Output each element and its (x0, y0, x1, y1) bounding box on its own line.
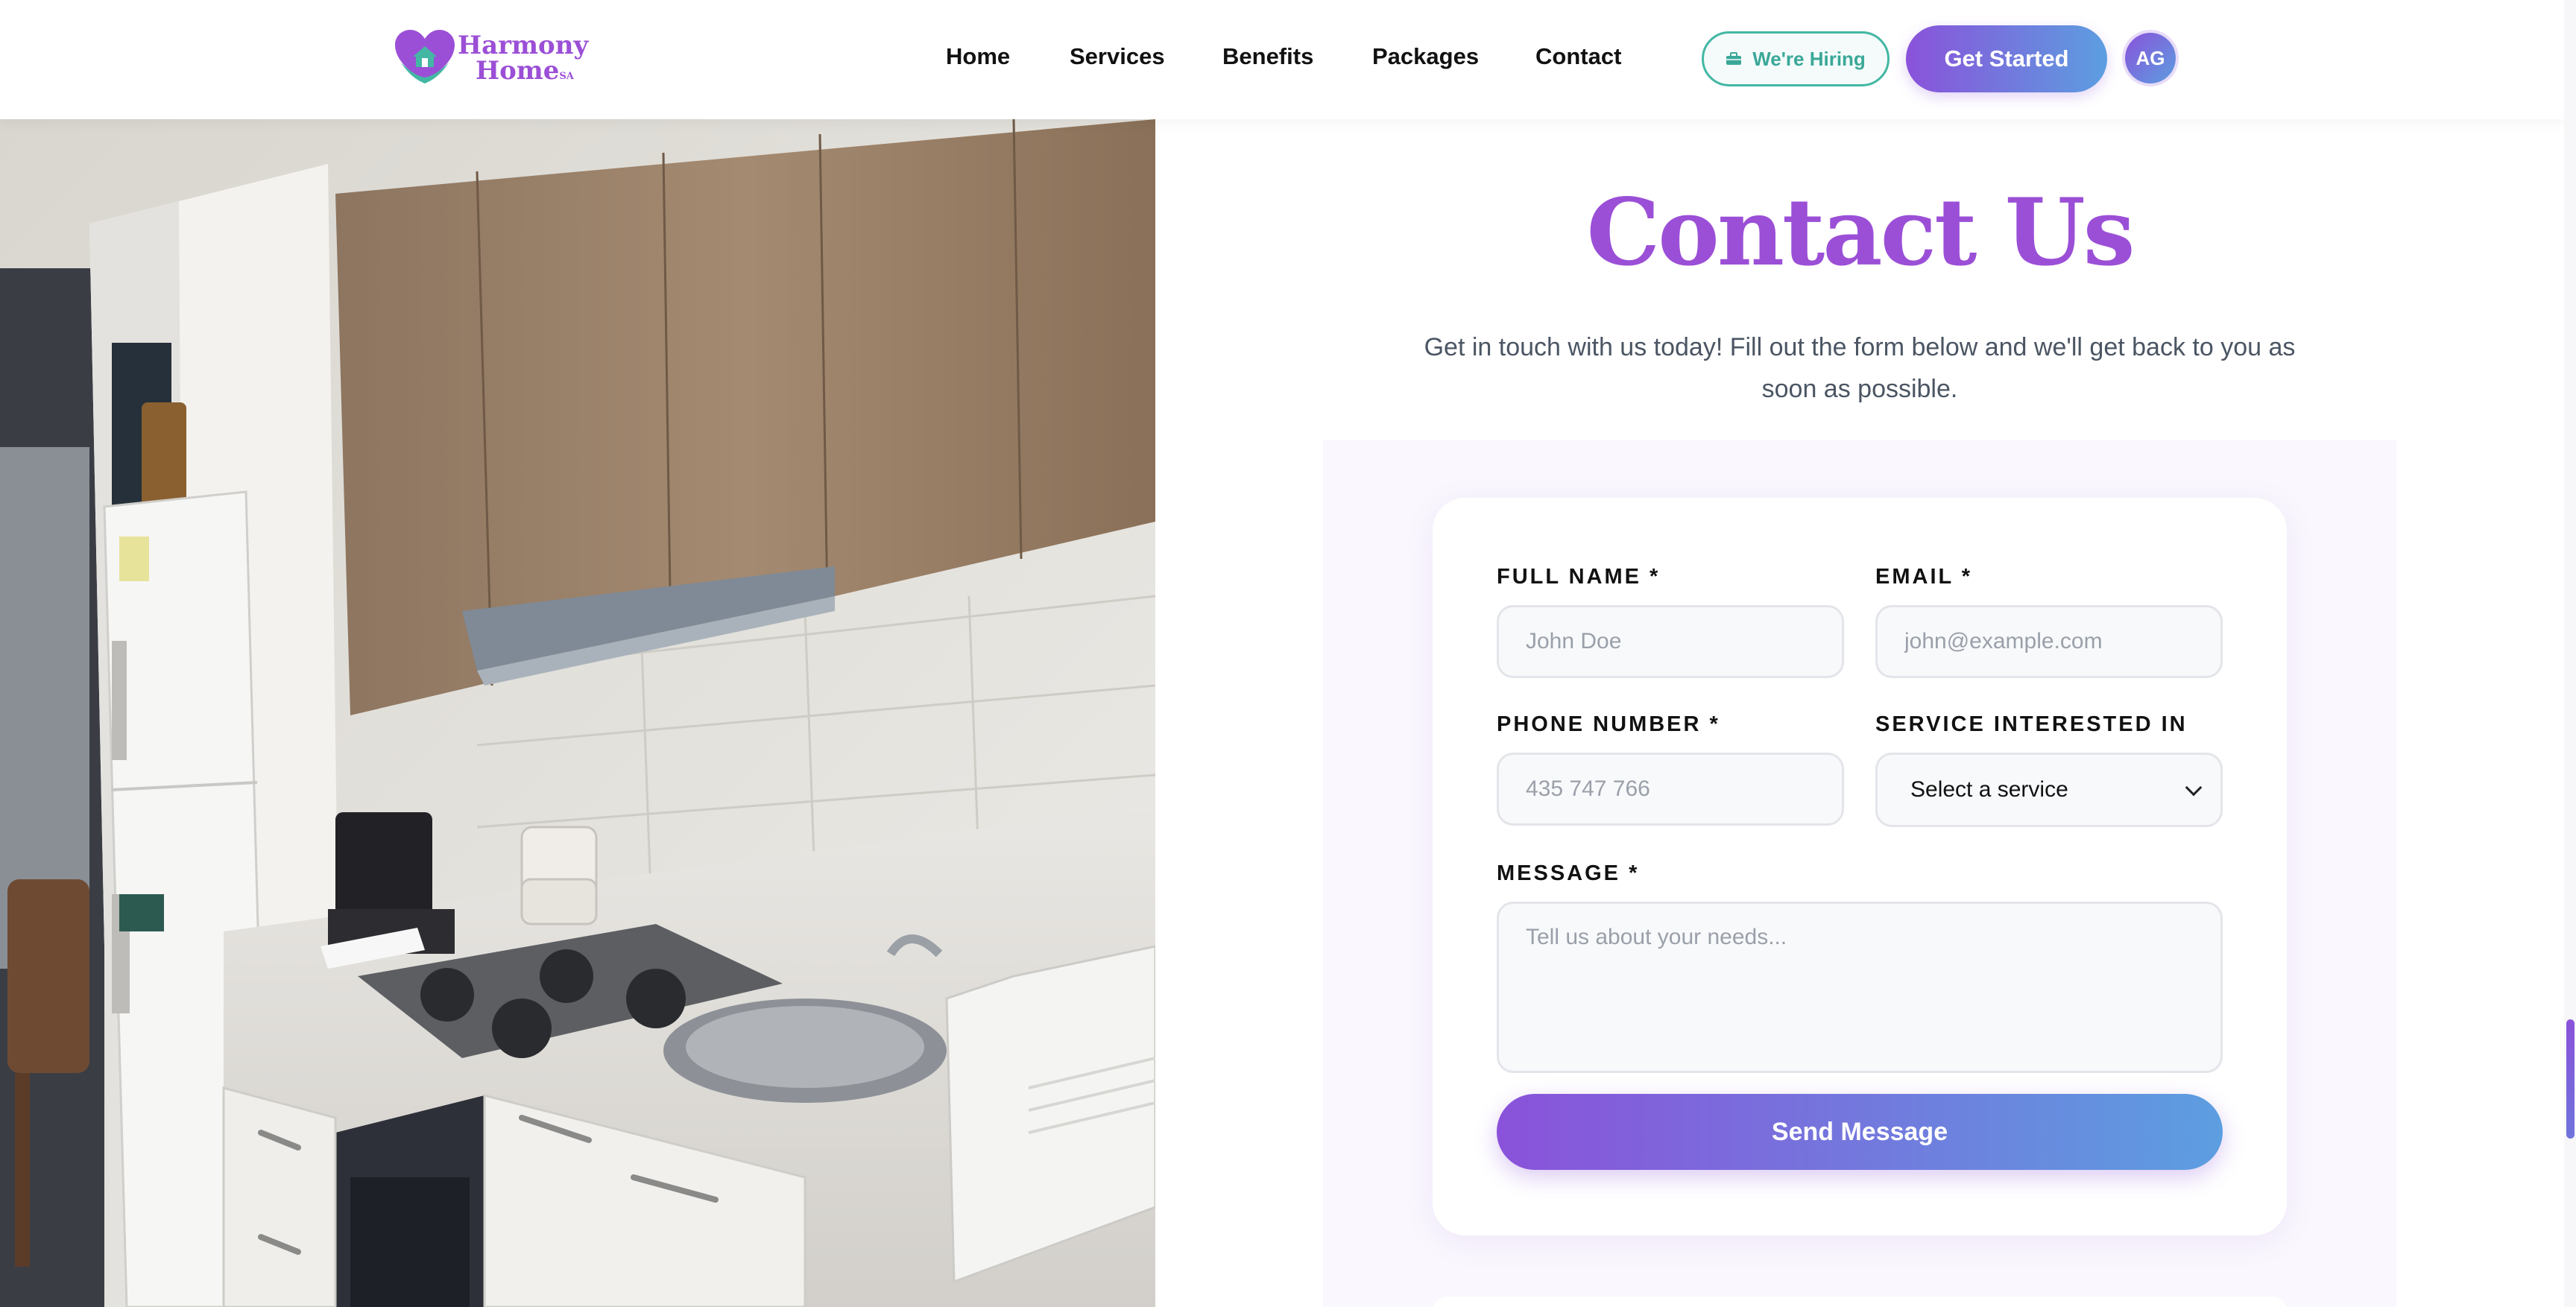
logo[interactable]: Harmony HomeSA (395, 30, 588, 86)
email-label: EMAIL * (1875, 565, 1973, 589)
scrollbar-thumb[interactable] (2566, 1019, 2575, 1139)
avatar[interactable]: AG (2125, 33, 2176, 83)
kitchen-photo (0, 119, 1155, 1307)
phone-label: PHONE NUMBER * (1497, 712, 1720, 736)
contact-heading: Contact Us (1586, 179, 2135, 287)
service-select[interactable]: Select a service (1875, 753, 2223, 827)
message-label: MESSAGE * (1497, 861, 1640, 885)
contact-subtitle: Get in touch with us today! Fill out the… (1424, 333, 2296, 403)
nav-home[interactable]: Home (946, 43, 1010, 70)
contact-form-card: FULL NAME * EMAIL * PHONE NUMBER * SERVI… (1433, 498, 2287, 1235)
logo-text: Harmony HomeSA (458, 33, 588, 89)
briefcase-icon (1726, 52, 1742, 65)
nav-contact[interactable]: Contact (1535, 43, 1621, 70)
logo-line2: Home (476, 56, 560, 86)
nav-packages[interactable]: Packages (1372, 43, 1479, 70)
message-textarea[interactable] (1497, 902, 2223, 1073)
get-started-button[interactable]: Get Started (1906, 25, 2107, 92)
phone-input[interactable] (1497, 753, 1844, 826)
full-name-label: FULL NAME * (1497, 565, 1661, 589)
service-select-value: Select a service (1910, 777, 2068, 802)
logo-suffix: SA (559, 71, 574, 82)
heart-house-logo-icon (395, 30, 455, 83)
nav-benefits[interactable]: Benefits (1222, 43, 1313, 70)
send-message-button[interactable]: Send Message (1497, 1094, 2223, 1170)
chevron-down-icon (2185, 779, 2203, 797)
site-header: Harmony HomeSA Home Services Benefits Pa… (0, 0, 2564, 119)
full-name-input[interactable] (1497, 605, 1844, 678)
next-card (1433, 1297, 2287, 1307)
hiring-button[interactable]: We're Hiring (1702, 31, 1890, 86)
service-label: SERVICE INTERESTED IN (1875, 712, 2188, 736)
email-input[interactable] (1875, 605, 2223, 678)
hiring-label: We're Hiring (1752, 47, 1866, 70)
nav-services[interactable]: Services (1070, 43, 1165, 70)
